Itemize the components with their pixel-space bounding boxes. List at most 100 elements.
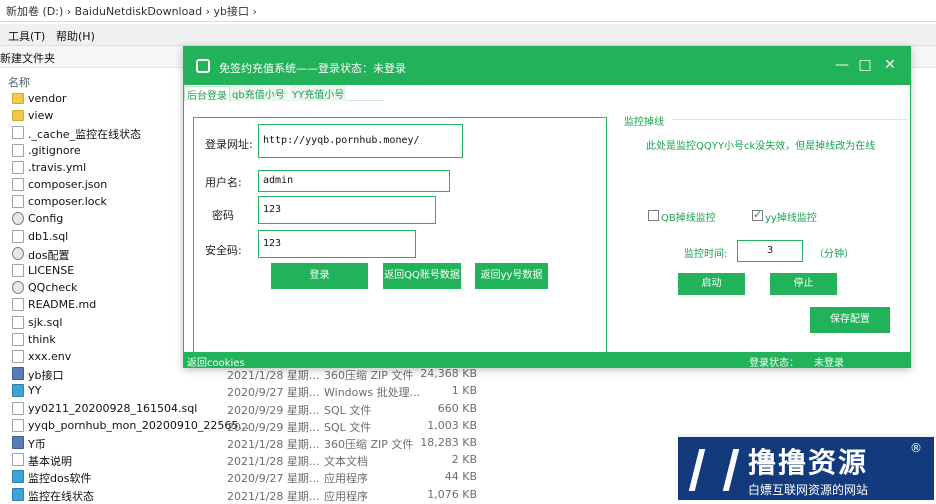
file-size: 44 KB bbox=[444, 470, 477, 484]
yy-monitor-label: yy掉线监控 bbox=[765, 213, 817, 224]
file-name: 监控dos软件 bbox=[28, 472, 92, 486]
return-qq-data-button[interactable]: 返回QQ账号数据 bbox=[383, 263, 461, 289]
login-status-label: 登录状态： bbox=[749, 358, 799, 369]
file-name: vendor bbox=[28, 92, 67, 105]
gear-icon bbox=[12, 212, 24, 226]
return-yy-data-button[interactable]: 返回yy号数据 bbox=[475, 263, 548, 289]
app-icon bbox=[196, 59, 210, 73]
monitor-note: 此处是监控QQYY小号ck没失效，但是掉线改为在线 bbox=[646, 141, 876, 152]
minimize-button[interactable]: — bbox=[834, 57, 850, 73]
file-icon bbox=[12, 143, 24, 157]
file-type: Windows 批处理... bbox=[324, 386, 421, 400]
folder-icon bbox=[12, 110, 24, 122]
qb-monitor-checkbox[interactable] bbox=[648, 210, 659, 221]
password-input[interactable]: 123 bbox=[258, 196, 436, 224]
section-divider bbox=[672, 119, 908, 120]
window-title: 免签约充值系统——登录状态：未登录 bbox=[219, 62, 406, 75]
maximize-button[interactable]: □ bbox=[857, 57, 873, 73]
file-icon bbox=[12, 298, 24, 312]
watermark-banner: 撸撸资源 白嫖互联网资源的网站 ® bbox=[678, 434, 934, 500]
watermark-registered: ® bbox=[910, 441, 922, 455]
file-name: think bbox=[28, 332, 56, 346]
file-name: README.md bbox=[28, 298, 97, 312]
start-button[interactable]: 启动 bbox=[678, 273, 745, 295]
file-type: SQL 文件 bbox=[324, 420, 372, 434]
file-name: db1.sql bbox=[28, 229, 69, 243]
file-name: QQcheck bbox=[28, 281, 78, 295]
monitor-time-input[interactable]: 3 bbox=[737, 240, 803, 262]
monitor-section-title: 监控掉线 bbox=[624, 117, 664, 128]
login-status-value: 未登录 bbox=[814, 358, 844, 369]
login-button[interactable]: 登录 bbox=[271, 263, 368, 289]
file-icon bbox=[12, 178, 24, 191]
file-name: yyqb_pornhub_mon_20200910_22565... bbox=[28, 418, 249, 432]
app-window: 免签约充值系统——登录状态：未登录 — □ ✕ 后台登录 qb充值小号 YY充值… bbox=[183, 46, 911, 369]
file-name: yy0211_20200928_161504.sql bbox=[28, 401, 198, 415]
tab-yy-accounts[interactable]: YY充值小号 bbox=[290, 86, 347, 101]
url-label: 登录网址: bbox=[205, 138, 253, 151]
zip-icon bbox=[12, 367, 24, 381]
file-date: 2021/1/28 星期... bbox=[227, 369, 320, 383]
file-name: Config bbox=[28, 212, 64, 226]
status-bar: 返回cookies 登录状态： 未登录 bbox=[184, 352, 910, 369]
file-icon bbox=[12, 453, 24, 467]
file-row[interactable]: yyqb_pornhub_mon_20200910_22565... 2020/9… bbox=[0, 417, 936, 434]
file-row[interactable]: yy0211_20200928_161504.sql 2020/9/29 星期..… bbox=[0, 400, 936, 417]
close-button[interactable]: ✕ bbox=[882, 57, 898, 73]
stop-button[interactable]: 停止 bbox=[770, 273, 837, 295]
file-date: 2020/9/27 星期... bbox=[227, 472, 320, 486]
monitor-time-label: 监控时间: bbox=[684, 249, 728, 260]
file-size: 660 KB bbox=[437, 401, 477, 415]
menu-help[interactable]: 帮助(H) bbox=[56, 28, 95, 44]
file-icon bbox=[12, 315, 24, 329]
tab-qb-accounts[interactable]: qb充值小号 bbox=[230, 86, 287, 101]
gear-icon bbox=[12, 246, 24, 260]
file-name: xxx.env bbox=[28, 350, 72, 363]
file-type: 360压缩 ZIP 文件 bbox=[324, 369, 414, 383]
file-date: 2021/1/28 星期... bbox=[227, 489, 320, 503]
address-bar[interactable]: 新加卷 (D:) › BaiduNetdiskDownload › yb接口 › bbox=[0, 0, 936, 22]
file-size: 1,003 KB bbox=[427, 418, 477, 432]
watermark-logo-icon bbox=[688, 449, 740, 491]
file-type: 应用程序 bbox=[324, 472, 368, 486]
file-icon bbox=[12, 229, 24, 243]
new-folder-button[interactable]: 新建文件夹 bbox=[0, 50, 55, 66]
file-size: 18,283 KB bbox=[420, 436, 477, 449]
file-name: .gitignore bbox=[28, 143, 81, 157]
file-date: 2021/1/28 星期... bbox=[227, 455, 320, 469]
file-size: 2 KB bbox=[451, 453, 477, 467]
username-input[interactable]: admin bbox=[258, 170, 450, 192]
file-date: 2020/9/29 星期... bbox=[227, 420, 320, 434]
zip-icon bbox=[12, 436, 24, 449]
file-name: dos配置 bbox=[28, 248, 70, 262]
menu-tools[interactable]: 工具(T) bbox=[8, 28, 45, 44]
file-name: LICENSE bbox=[28, 264, 75, 277]
file-name: Y币 bbox=[28, 438, 46, 451]
file-row[interactable]: YY 2020/9/27 星期... Windows 批处理... 1 KB bbox=[0, 382, 936, 399]
file-icon bbox=[12, 160, 24, 174]
save-config-button[interactable]: 保存配置 bbox=[810, 307, 890, 333]
watermark-subtitle: 白嫖互联网资源的网站 bbox=[748, 483, 869, 497]
file-name: ._cache_监控在线状态 bbox=[28, 128, 142, 142]
url-input[interactable]: http://yyqb.pornhub.money/ bbox=[258, 124, 463, 158]
file-date: 2020/9/29 星期... bbox=[227, 403, 320, 417]
file-name: view bbox=[28, 109, 54, 123]
file-type: 应用程序 bbox=[324, 489, 368, 503]
file-icon bbox=[12, 195, 24, 209]
username-label: 用户名: bbox=[205, 176, 242, 189]
title-bar: 免签约充值系统——登录状态：未登录 — □ ✕ bbox=[184, 47, 910, 85]
yy-monitor-checkbox[interactable] bbox=[752, 208, 763, 221]
column-header-name[interactable]: 名称 bbox=[8, 74, 30, 90]
password-label: 密码 bbox=[212, 209, 234, 222]
file-icon bbox=[12, 264, 24, 277]
folder-icon bbox=[12, 93, 24, 104]
qb-monitor-label: QB掉线监控 bbox=[661, 213, 716, 224]
tab-strip: 后台登录 qb充值小号 YY充值小号 bbox=[184, 85, 384, 102]
file-type: 360压缩 ZIP 文件 bbox=[324, 438, 414, 451]
file-date: 2020/9/27 星期... bbox=[227, 386, 320, 400]
tab-backend-login[interactable]: 后台登录 bbox=[184, 86, 230, 102]
security-code-input[interactable]: 123 bbox=[258, 230, 416, 258]
exe-icon bbox=[12, 487, 24, 501]
file-name: 监控在线状态 bbox=[28, 489, 94, 503]
return-cookies-link[interactable]: 返回cookies bbox=[187, 354, 245, 369]
